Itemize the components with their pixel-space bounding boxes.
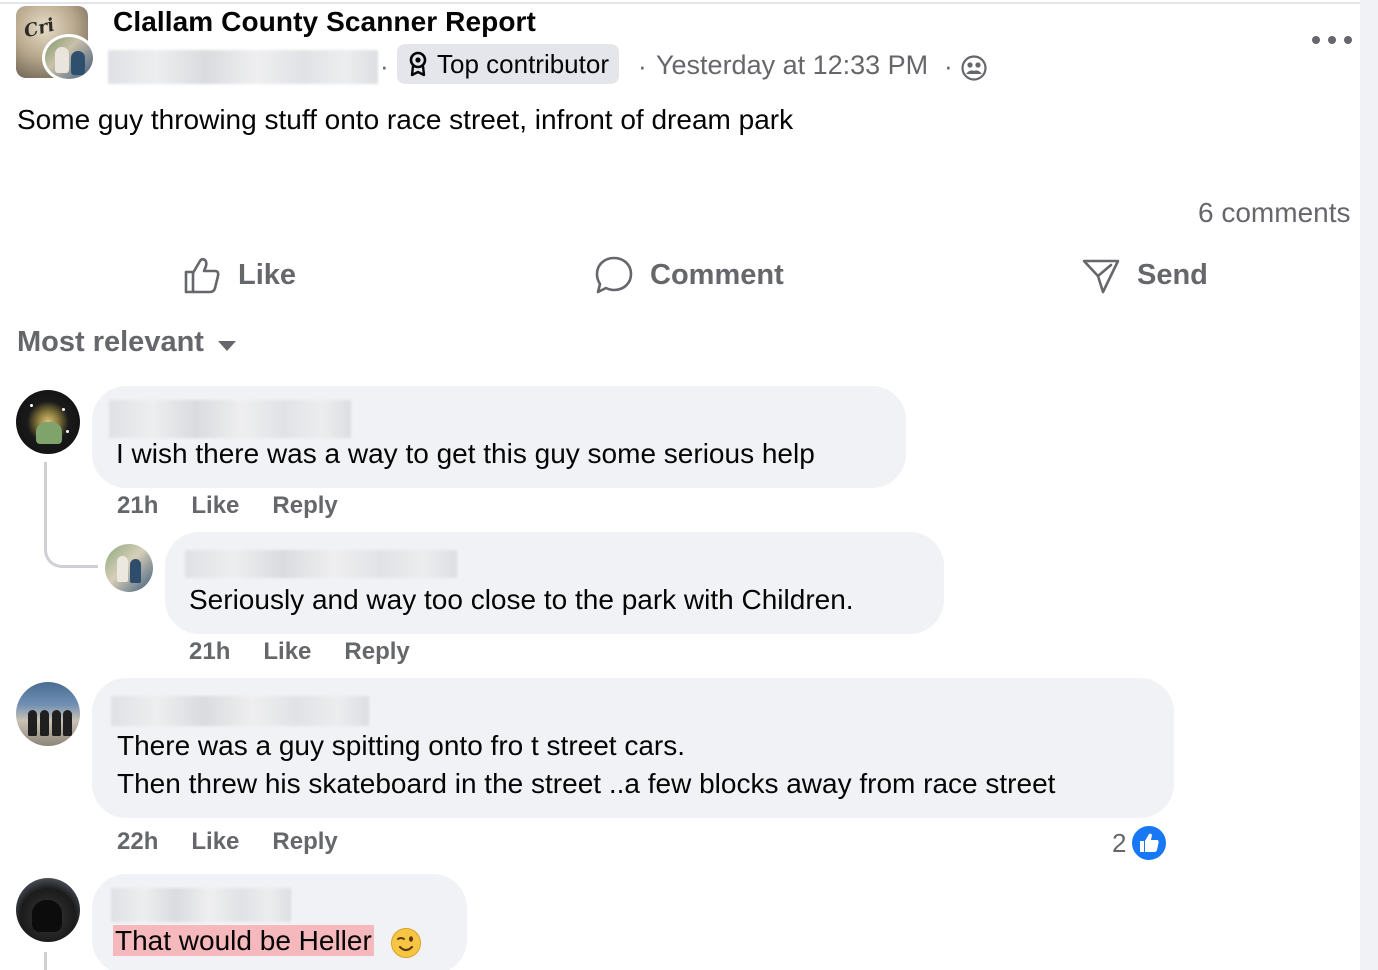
comment-count[interactable]: 6 comments [1198, 197, 1351, 229]
comment-text: I wish there was a way to get this guy s… [116, 438, 815, 469]
comment-like-button[interactable]: Like [191, 492, 239, 520]
comment-sort-dropdown[interactable]: Most relevant [17, 326, 236, 359]
send-label: Send [1137, 258, 1208, 291]
commenter-avatar[interactable] [16, 682, 80, 746]
author-avatar[interactable] [42, 34, 96, 82]
commenter-name-redacted[interactable] [111, 696, 369, 726]
like-label: Like [238, 258, 297, 291]
commenter-name-redacted[interactable] [109, 400, 351, 438]
comment-text-line-1: There was a guy spitting onto fro t stre… [117, 730, 686, 761]
meta-separator: · [944, 51, 953, 81]
comment-reply-button[interactable]: Reply [272, 492, 337, 520]
comment-reply-button[interactable]: Reply [272, 828, 337, 856]
right-scroll-rail [1360, 0, 1378, 970]
commenter-avatar[interactable] [105, 544, 153, 592]
like-button[interactable]: Like [182, 252, 296, 298]
thread-connector-stub [44, 952, 47, 970]
comment-label: Comment [650, 258, 784, 291]
comment-reactions[interactable]: 2 [1112, 824, 1169, 862]
badge-label: Top contributor [437, 48, 609, 79]
comment-actions: 22h Like Reply [117, 828, 338, 856]
comment-bubble: That would be Heller [92, 874, 467, 970]
comment-text: Seriously and way too close to the park … [189, 584, 854, 615]
top-divider [0, 2, 1378, 4]
comment-time[interactable]: 21h [189, 638, 230, 666]
facebook-post: Cri Clallam County Scanner Report · Top … [0, 0, 1378, 970]
reply-thread-connector [44, 462, 98, 568]
send-icon [1082, 259, 1120, 294]
comment-like-button[interactable]: Like [191, 828, 239, 856]
comment-actions: 21h Like Reply [117, 492, 338, 520]
winking-face-icon [390, 927, 421, 958]
comment-text: That would be Heller [113, 922, 422, 960]
comment-bubble: There was a guy spitting onto fro t stre… [92, 678, 1174, 818]
post-body: Some guy throwing stuff onto race street… [17, 104, 794, 135]
send-button[interactable]: Send [1081, 252, 1208, 298]
commenter-name-redacted[interactable] [111, 888, 291, 922]
comment-time[interactable]: 21h [117, 492, 158, 520]
sort-label: Most relevant [17, 326, 204, 358]
group-name-link[interactable]: Clallam County Scanner Report [113, 6, 536, 38]
caret-down-icon [217, 340, 236, 351]
post-timestamp[interactable]: Yesterday at 12:33 PM [656, 50, 928, 81]
comment-button[interactable]: Comment [594, 252, 784, 298]
comment-text-line-2: Then threw his skateboard in the street … [117, 768, 1056, 799]
author-name-redacted[interactable] [108, 50, 378, 84]
comment-bubble: I wish there was a way to get this guy s… [92, 386, 906, 488]
audience-group-icon[interactable] [961, 55, 987, 81]
comment-actions: 21h Like Reply [189, 638, 410, 666]
thumbs-up-icon [184, 257, 220, 294]
comment-bubble-icon [595, 256, 633, 294]
commenter-avatar[interactable] [16, 390, 80, 454]
comment-bubble: Seriously and way too close to the park … [165, 532, 944, 634]
top-contributor-badge[interactable]: Top contributor [397, 44, 619, 84]
comment-reply-button[interactable]: Reply [344, 638, 409, 666]
more-options-button[interactable] [1312, 30, 1352, 50]
meta-separator: · [380, 51, 389, 81]
commenter-avatar[interactable] [16, 878, 80, 942]
comment-time[interactable]: 22h [117, 828, 158, 856]
meta-separator: · [638, 51, 647, 81]
reaction-count: 2 [1112, 827, 1127, 858]
award-icon [409, 51, 427, 77]
commenter-name-redacted[interactable] [185, 550, 457, 578]
like-reaction-icon [1130, 824, 1169, 862]
comment-like-button[interactable]: Like [263, 638, 311, 666]
highlighted-text: That would be Heller [113, 925, 374, 956]
